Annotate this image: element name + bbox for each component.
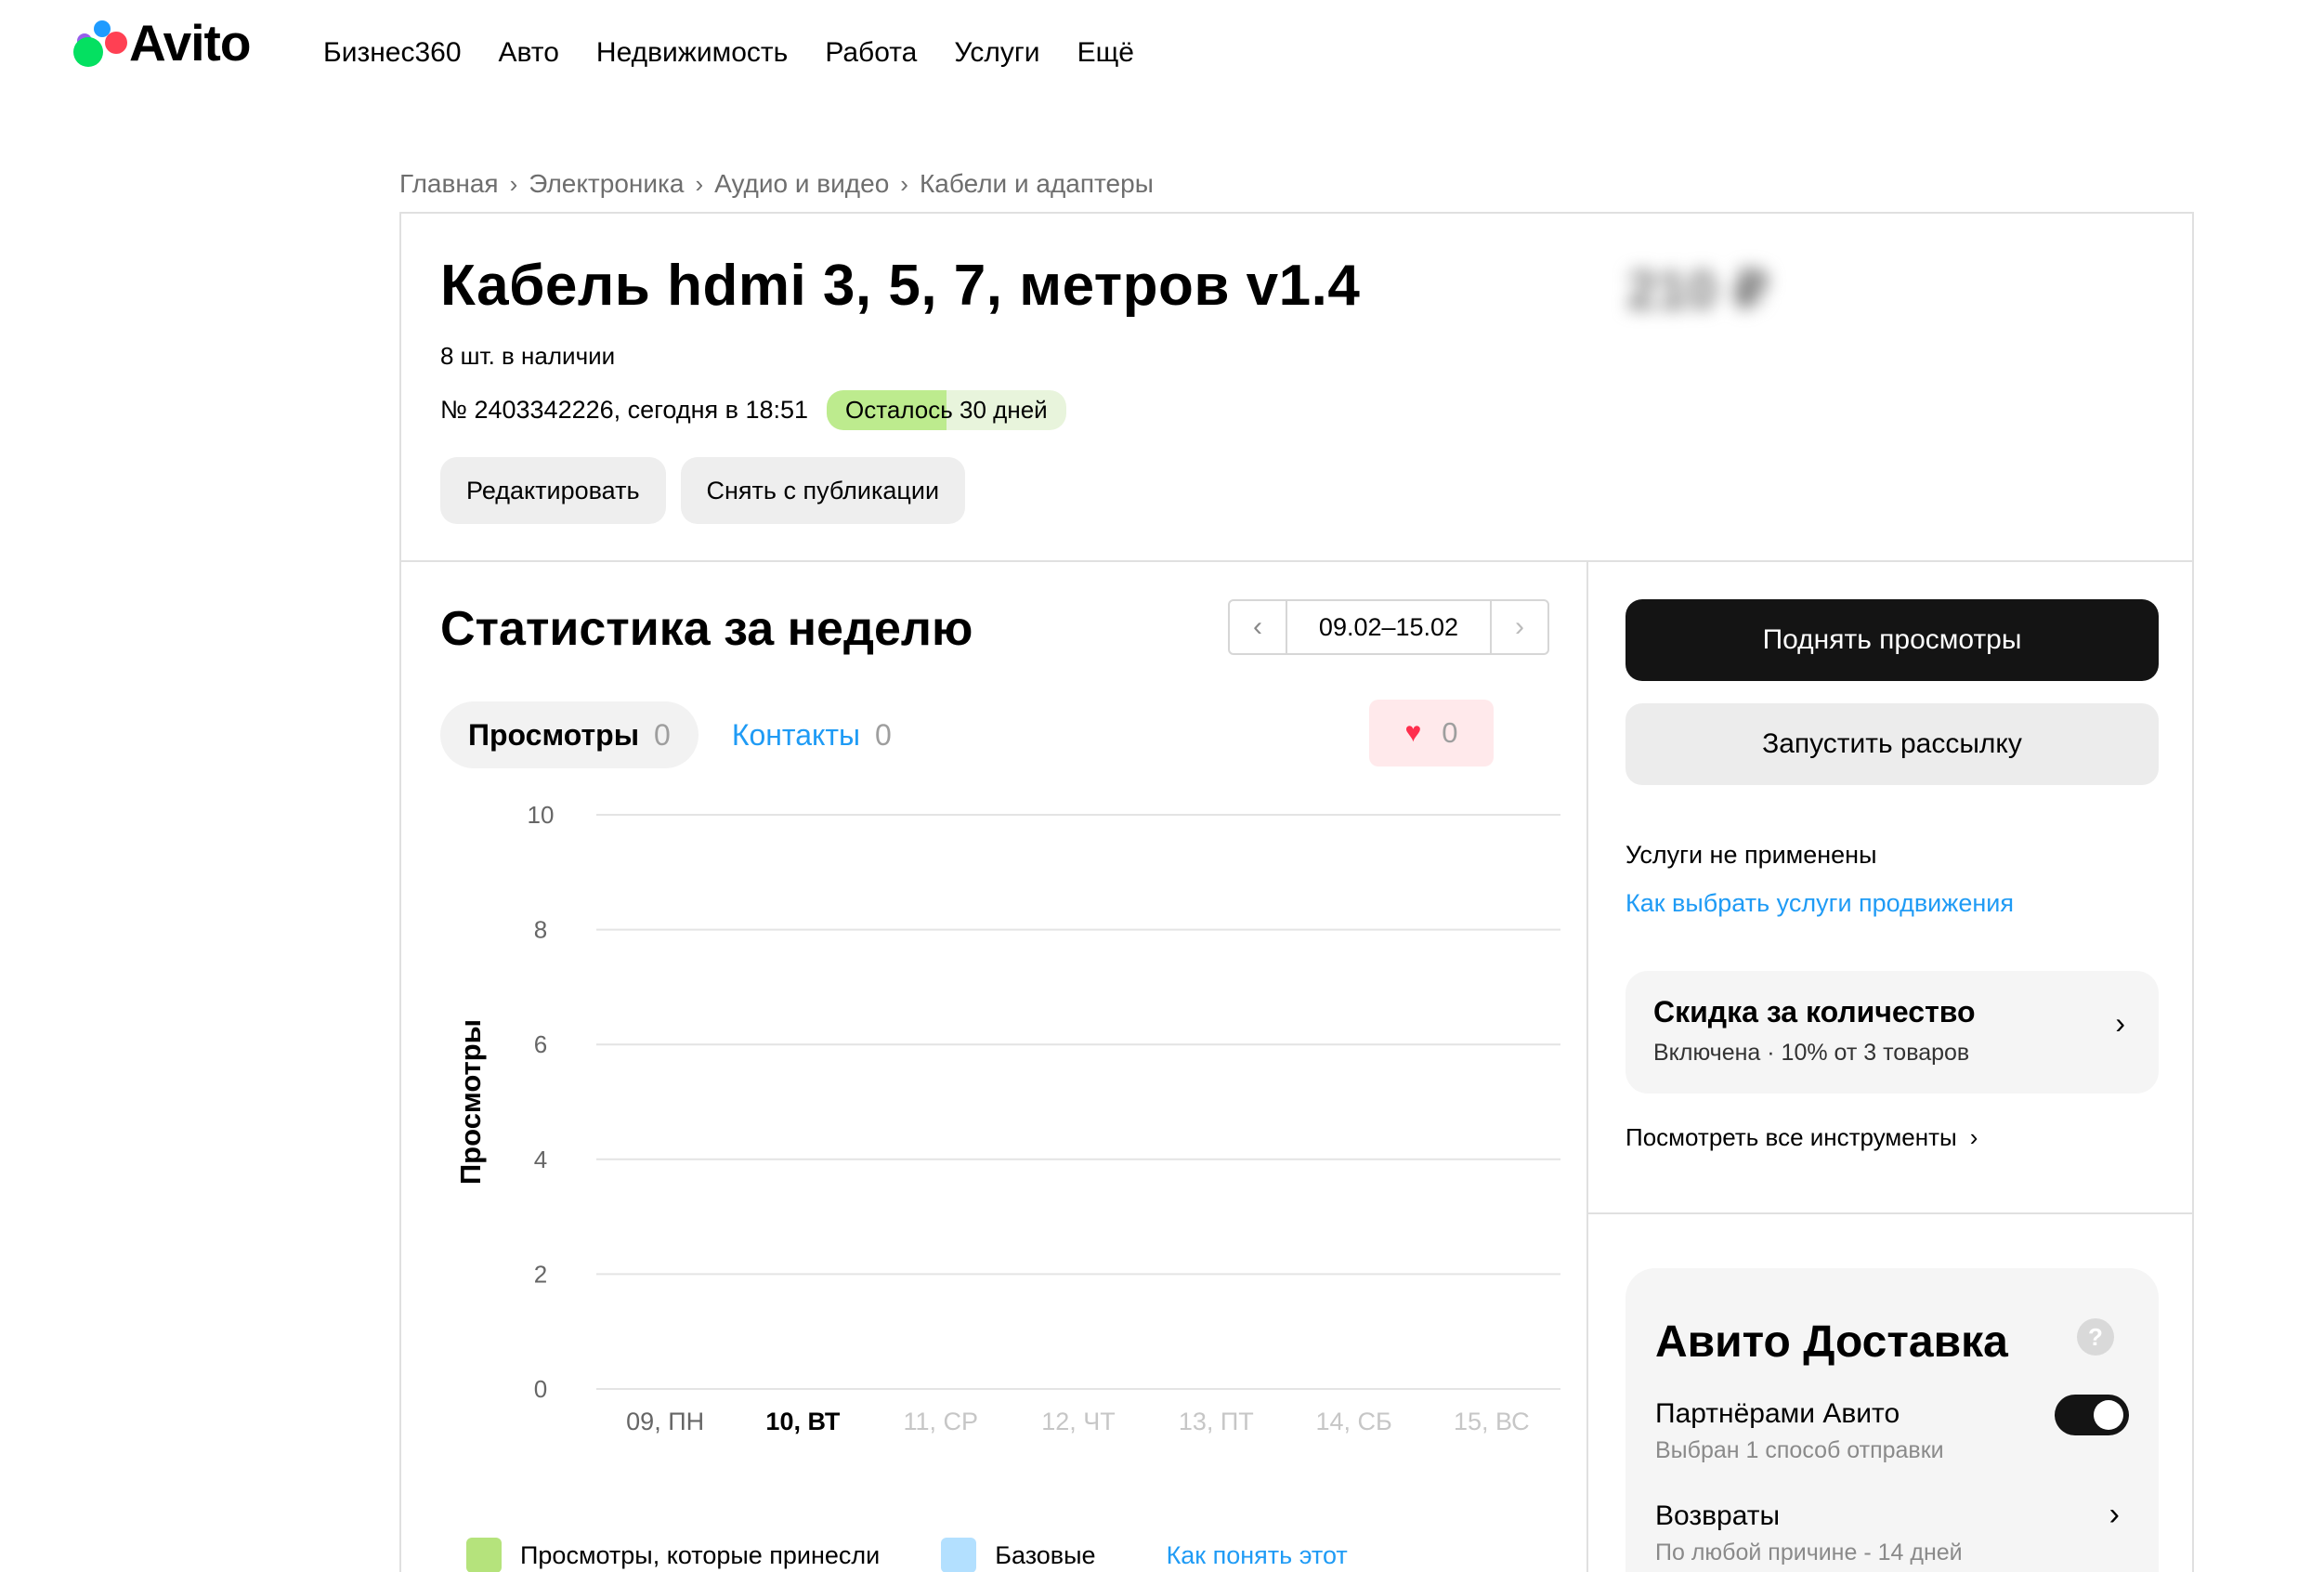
quantity-discount-card[interactable]: Скидка за количество Включена · 10% от 3… (1625, 971, 2159, 1094)
next-week-button[interactable]: › (1490, 601, 1547, 653)
stock-info: 8 шт. в наличии (440, 342, 616, 370)
x-tick-label: 09, ПН (626, 1408, 704, 1435)
promotion-sidebar: Поднять просмотры Запустить рассылку Усл… (1588, 562, 2194, 1572)
breadcrumb-item-audio-video[interactable]: Аудио и видео (714, 169, 889, 199)
avito-logo[interactable]: Avito (72, 14, 251, 72)
breadcrumb: Главная › Электроника › Аудио и видео › … (399, 169, 1154, 199)
chevron-right-icon: › (509, 169, 518, 198)
legend-item-paid: Просмотры, которые принесли (466, 1538, 880, 1572)
nav-item-uslugi[interactable]: Услуги (954, 37, 1039, 69)
boost-views-button[interactable]: Поднять просмотры (1625, 599, 2159, 681)
stats-panel: Статистика за неделю ‹ 09.02–15.02 › Про… (401, 562, 1588, 1572)
listing-actions: Редактировать Снять с публикации (440, 457, 966, 524)
legend-swatch-base (941, 1538, 977, 1572)
main-nav: Бизнес360 Авто Недвижимость Работа Услуг… (323, 37, 1134, 69)
nav-item-nedvizhimost[interactable]: Недвижимость (596, 37, 788, 69)
views-chart: 0 2 4 6 8 10 Просмотры 09, ПН 10, ВТ 11, СР 12, ЧТ… (454, 801, 1560, 1435)
breadcrumb-item-home[interactable]: Главная (399, 169, 499, 199)
date-range-value: 09.02–15.02 (1318, 612, 1459, 641)
partners-subtitle: Выбран 1 способ отправки (1655, 1437, 1944, 1463)
legend-swatch-paid (466, 1538, 502, 1572)
nav-item-avto[interactable]: Авто (499, 37, 559, 69)
nav-item-rabota[interactable]: Работа (825, 37, 917, 69)
chart-legend: Просмотры, которые принесли Базовые Как … (466, 1538, 1348, 1572)
chevron-left-icon: ‹ (1253, 611, 1262, 642)
y-tick-label: 2 (534, 1260, 547, 1288)
date-range-picker: ‹ 09.02–15.02 › (1228, 599, 1549, 655)
listing-price: 210 ₽ (1627, 260, 1770, 321)
tab-views-count: 0 (654, 717, 671, 752)
heart-icon: ♥ (1404, 717, 1422, 748)
listing-card: Кабель hdmi 3, 5, 7, метров v1.4 210 ₽ 8… (399, 212, 2194, 1572)
chevron-right-icon: › (1969, 1123, 1978, 1151)
tab-contacts-label: Контакты (731, 717, 861, 752)
favorites-tab[interactable]: ♥ 0 (1369, 700, 1494, 766)
top-header: Avito Бизнес360 Авто Недвижимость Работа… (0, 0, 2324, 111)
breadcrumb-item-electronics[interactable]: Электроника (529, 169, 684, 199)
all-tools-label: Посмотреть все инструменты (1625, 1123, 1957, 1151)
unpublish-button[interactable]: Снять с публикации (680, 457, 966, 524)
start-mailing-button[interactable]: Запустить рассылку (1625, 703, 2159, 785)
listing-meta: № 2403342226, сегодня в 18:51 Осталось 3… (440, 390, 1066, 430)
chevron-right-icon: › (2115, 1006, 2125, 1040)
listing-number-date: № 2403342226, сегодня в 18:51 (440, 396, 809, 424)
x-tick-label: 14, СБ (1315, 1408, 1391, 1435)
logo-dots-icon (72, 19, 127, 67)
x-tick-label: 13, ПТ (1179, 1408, 1254, 1435)
chevron-right-icon: › (900, 169, 908, 198)
legend-label-base: Базовые (995, 1540, 1096, 1569)
how-to-read-chart-link[interactable]: Как понять этот (1167, 1541, 1348, 1570)
stats-tabs: Просмотры 0 Контакты 0 (440, 701, 892, 768)
partners-label: Партнёрами Авито (1655, 1398, 1900, 1429)
legend-item-base: Базовые (941, 1538, 1096, 1572)
partners-toggle[interactable] (2055, 1395, 2129, 1435)
listing-header: Кабель hdmi 3, 5, 7, метров v1.4 210 ₽ 8… (401, 214, 2192, 562)
stats-title: Статистика за неделю (440, 602, 973, 656)
y-tick-label: 4 (534, 1146, 547, 1173)
all-tools-link[interactable]: Посмотреть все инструменты › (1625, 1123, 1978, 1152)
x-tick-label: 15, ВС (1454, 1408, 1530, 1435)
nav-item-biznes360[interactable]: Бизнес360 (323, 37, 462, 69)
y-tick-label: 0 (534, 1375, 547, 1403)
tab-contacts-count: 0 (875, 717, 892, 752)
tab-views-label: Просмотры (468, 717, 640, 752)
listing-title: Кабель hdmi 3, 5, 7, метров v1.4 (440, 254, 1361, 318)
logo-text: Avito (129, 14, 251, 72)
x-tick-label: 10, ВТ (765, 1408, 841, 1435)
returns-label[interactable]: Возвраты (1655, 1500, 1780, 1532)
y-axis-label: Просмотры (454, 1019, 487, 1185)
avito-delivery-card: Авито Доставка ? Партнёрами Авито Выбран… (1625, 1268, 2159, 1572)
how-to-choose-services-link[interactable]: Как выбрать услуги продвижения (1625, 889, 2014, 918)
y-tick-label: 8 (534, 916, 547, 944)
returns-subtitle: По любой причине - 14 дней (1655, 1539, 1963, 1565)
tab-contacts[interactable]: Контакты 0 (732, 718, 892, 753)
y-tick-label: 6 (534, 1030, 547, 1058)
chevron-right-icon: › (695, 169, 704, 198)
tab-views[interactable]: Просмотры 0 (440, 701, 699, 768)
favorites-count: 0 (1442, 716, 1458, 749)
days-left-badge: Осталось 30 дней (827, 390, 1066, 430)
services-status: Услуги не применены (1625, 841, 1877, 869)
y-tick-label: 10 (528, 801, 555, 829)
edit-button[interactable]: Редактировать (440, 457, 666, 524)
help-icon[interactable]: ? (2077, 1318, 2114, 1356)
chevron-right-icon: › (1515, 611, 1524, 642)
x-tick-label: 12, ЧТ (1041, 1408, 1116, 1435)
nav-item-eshche[interactable]: Ещё (1077, 37, 1134, 69)
discount-subtitle: Включена · 10% от 3 товаров (1653, 1040, 1970, 1066)
x-tick-label: 11, СР (903, 1408, 978, 1435)
delivery-title: Авито Доставка (1655, 1317, 2008, 1367)
prev-week-button[interactable]: ‹ (1230, 601, 1287, 653)
legend-label-paid: Просмотры, которые принесли (520, 1540, 881, 1569)
divider (1588, 1212, 2194, 1214)
chevron-right-icon[interactable]: › (2109, 1497, 2120, 1533)
discount-title: Скидка за количество (1653, 995, 1976, 1028)
breadcrumb-item-cables[interactable]: Кабели и адаптеры (920, 169, 1154, 199)
